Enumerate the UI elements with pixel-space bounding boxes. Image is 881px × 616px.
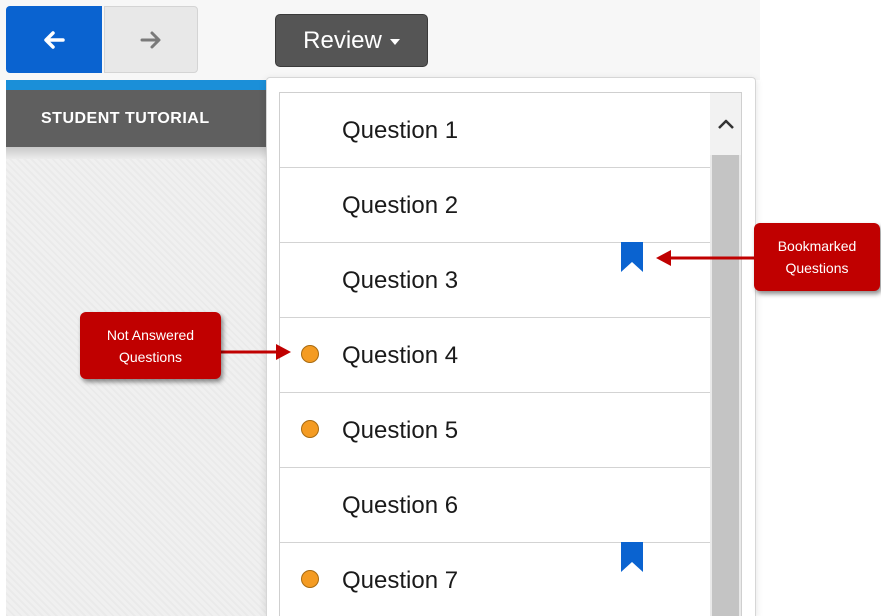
- not-answered-callout: Not Answered Questions: [80, 312, 221, 379]
- not-answered-callout-arrow: [220, 344, 291, 360]
- callout-line: Bookmarked: [777, 238, 857, 254]
- bookmark-callout-arrow: [656, 250, 755, 266]
- callout-line: Questions: [785, 260, 849, 276]
- bookmarked-callout: Bookmarked Questions: [754, 223, 880, 291]
- callout-arrows: [220, 250, 755, 360]
- callout-line: Not Answered: [106, 326, 195, 343]
- callout-line: Questions: [118, 348, 183, 365]
